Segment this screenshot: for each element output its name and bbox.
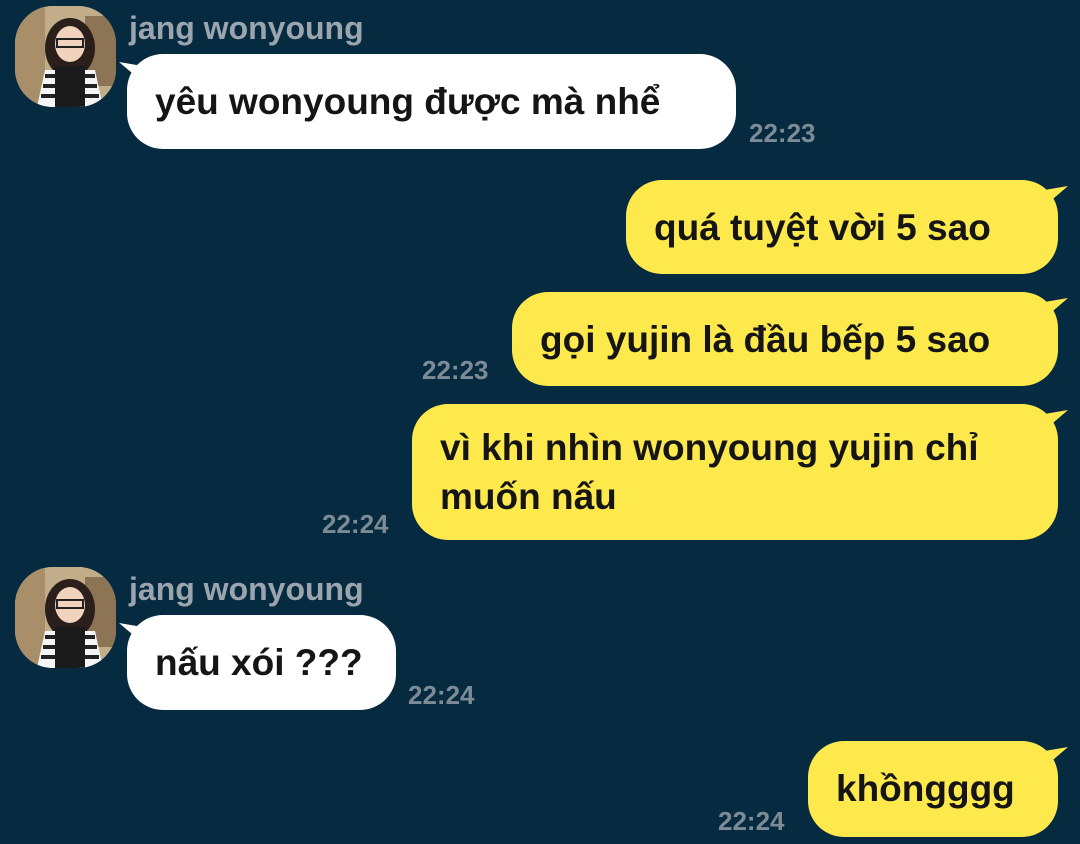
sender-name: jang wonyoung: [129, 571, 364, 607]
incoming-message-bubble[interactable]: yêu wonyoung được mà nhể: [127, 54, 736, 149]
outgoing-message-bubble[interactable]: gọi yujin là đầu bếp 5 sao: [512, 292, 1058, 386]
message-text: khồngggg: [836, 768, 1015, 809]
message-timestamp: 22:24: [322, 509, 389, 539]
message-text: quá tuyệt vời 5 sao: [654, 207, 991, 248]
message-text: vì khi nhìn wonyoung yujin chỉ muốn nấu: [440, 427, 979, 517]
avatar-photo-icon: [15, 567, 116, 668]
outgoing-message-bubble[interactable]: khồngggg: [808, 741, 1058, 837]
message-timestamp: 22:24: [718, 806, 785, 836]
avatar-photo-icon: [15, 6, 116, 107]
message-text: yêu wonyoung được mà nhể: [155, 81, 661, 122]
message-timestamp: 22:23: [749, 118, 816, 148]
sender-avatar[interactable]: [15, 567, 116, 668]
message-timestamp: 22:23: [422, 355, 489, 385]
message-timestamp: 22:24: [408, 680, 475, 710]
message-text: nấu xói ???: [155, 642, 363, 683]
sender-avatar[interactable]: [15, 6, 116, 107]
outgoing-message-bubble[interactable]: vì khi nhìn wonyoung yujin chỉ muốn nấu: [412, 404, 1058, 540]
outgoing-message-bubble[interactable]: quá tuyệt vời 5 sao: [626, 180, 1058, 274]
incoming-message-bubble[interactable]: nấu xói ???: [127, 615, 396, 710]
message-text: gọi yujin là đầu bếp 5 sao: [540, 319, 991, 360]
sender-name: jang wonyoung: [129, 10, 364, 46]
